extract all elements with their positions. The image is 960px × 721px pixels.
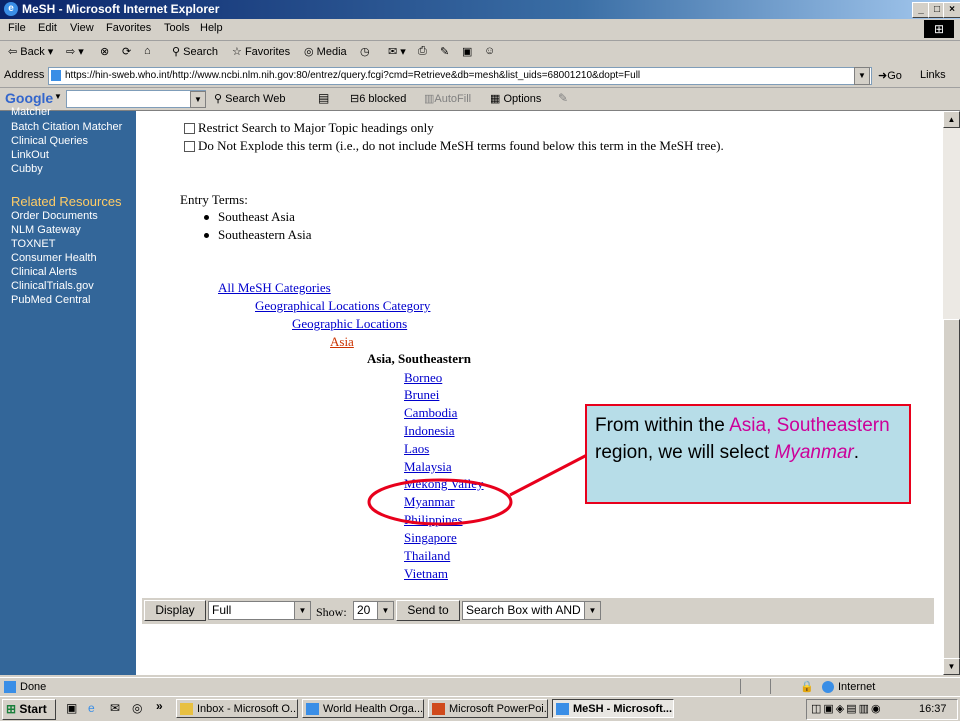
callout-highlight-term: Myanmar [774, 442, 854, 463]
ie-icon [306, 703, 319, 715]
callout-text-3: . [853, 442, 859, 463]
quicklaunch-desktop-icon[interactable]: ▣ [66, 701, 77, 715]
internet-zone-icon [822, 681, 834, 693]
start-label: Start [19, 702, 47, 716]
powerpoint-icon [432, 703, 445, 715]
callout-box: From within the Asia, Southeastern regio… [585, 404, 911, 504]
task-who[interactable]: World Health Orga... [302, 699, 424, 718]
task-powerpoint[interactable]: Microsoft PowerPoi... [428, 699, 548, 718]
taskbar: ⊞ Start ▣ e ✉ ◎ » Inbox - Microsoft O...… [0, 696, 960, 721]
task-label: Microsoft PowerPoi... [449, 703, 548, 715]
system-tray: ◫▣◈▤▥◉ 16:37 [806, 699, 958, 720]
ie-icon [556, 703, 569, 715]
task-label: Inbox - Microsoft O... [197, 703, 298, 715]
quicklaunch-outlook-icon[interactable]: ✉ [110, 701, 120, 715]
lock-icon: 🔒 [800, 681, 814, 693]
callout-text-2: region, we will select [595, 442, 775, 463]
task-label: World Health Orga... [323, 703, 424, 715]
task-label: MeSH - Microsoft... [573, 703, 673, 715]
clock: 16:37 [919, 703, 947, 715]
quicklaunch-ie-icon[interactable]: e [88, 701, 95, 715]
status-divider [740, 679, 741, 694]
outlook-icon [180, 703, 193, 715]
status-text: Done [20, 681, 47, 693]
annotation-overlay [367, 453, 588, 526]
page-done-icon [4, 681, 16, 693]
callout-highlight-region: Asia, Southeastern [729, 415, 890, 436]
task-mesh[interactable]: MeSH - Microsoft... [552, 699, 674, 718]
status-bar: Done 🔒 Internet [0, 677, 960, 696]
windows-flag-icon: ⊞ [6, 702, 17, 716]
quicklaunch-media-icon[interactable]: ◎ [132, 701, 142, 715]
quicklaunch-more-icon[interactable]: » [156, 699, 163, 713]
status-divider [770, 679, 771, 694]
highlight-ellipse [367, 478, 513, 526]
task-inbox[interactable]: Inbox - Microsoft O... [176, 699, 298, 718]
tray-icons[interactable]: ◫▣◈▤▥◉ [811, 702, 883, 715]
callout-text-1: From within the [595, 415, 730, 436]
zone-label: Internet [838, 681, 876, 693]
start-button[interactable]: ⊞ Start [2, 699, 56, 720]
callout-connector [509, 453, 588, 497]
